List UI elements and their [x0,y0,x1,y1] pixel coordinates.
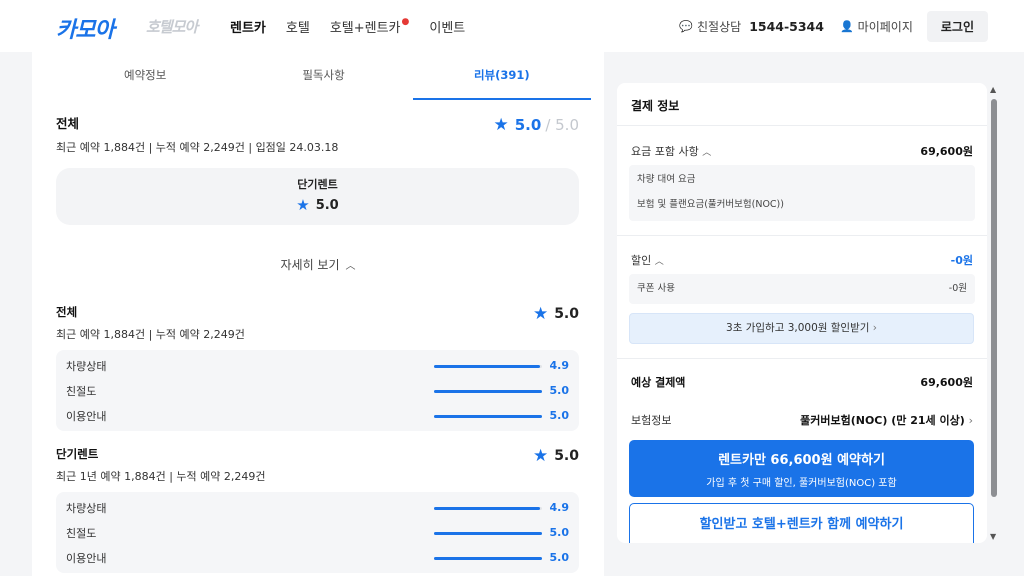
star-icon: ★ [532,446,549,466]
fee-row[interactable]: 요금 포함 사항 ︿ 69,600원 [631,143,973,159]
fee-detail-box: 차량 대여 요금 보험 및 플랜요금(풀커버보험(NOC)) [629,165,975,221]
summary-stats: 최근 예약 1,884건 | 누적 예약 2,249건 | 입점일 24.03.… [56,141,339,154]
signup-promo-button[interactable]: 3초 가입하고 3,000원 할인받기 › [629,313,974,344]
consult-label: 친절상담 [697,19,742,34]
rating-bar [434,532,542,535]
tab-notice[interactable]: 필독사항 [234,60,412,100]
rating-block-short-rent: 단기렌트 최근 1년 예약 1,884건 | 누적 예약 2,249건 ★ 5.0… [56,446,579,573]
rating-block-all: 전체 최근 예약 1,884건 | 누적 예약 2,249건 ★ 5.0 차량상태… [56,304,579,431]
short-rent-score: ★ 5.0 [296,196,339,214]
block-score: ★ 5.0 [532,446,579,466]
payment-title: 결제 정보 [631,99,680,113]
rating-bar [434,557,542,560]
coupon-label: 쿠폰 사용 [637,283,675,294]
discount-amount: -0원 [950,254,973,267]
fee-item: 보험 및 플랜요금(풀커버보험(NOC)) [637,199,784,210]
nav-hotel[interactable]: 호텔 [286,17,310,36]
rating-row: 이용안내 5.0 [66,409,569,423]
chat-icon: 💬 [679,19,694,33]
divider [617,358,987,359]
expected-row: 예상 결제액 69,600원 [631,374,973,390]
chevron-up-icon: ︿ [654,257,664,267]
scroll-down-icon[interactable]: ▼ [990,532,996,541]
block-stats: 최근 예약 1,884건 | 누적 예약 2,249건 [56,328,245,341]
discount-label: 할인 ︿ [631,254,664,267]
tab-review[interactable]: 리뷰(391) [412,60,591,100]
login-button[interactable]: 로그인 [926,10,988,42]
kamoa-logo[interactable]: 카모아 [56,12,115,44]
chevron-right-icon: › [872,322,877,334]
rating-bar [434,365,542,368]
review-panel: 예약정보 필독사항 리뷰(391) 전체 최근 예약 1,884건 | 누적 예… [32,52,604,576]
block-stats: 최근 1년 예약 1,884건 | 누적 예약 2,249건 [56,470,266,483]
star-icon: ★ [296,196,310,214]
nav-event[interactable]: 이벤트 [429,17,465,36]
payment-scrollbar[interactable]: ▲ ▼ [989,83,999,543]
nav-rentcar[interactable]: 렌트카 [230,17,266,36]
star-icon: ★ [532,304,549,324]
divider [617,125,987,126]
chevron-up-icon: ︿ [345,261,356,272]
expected-amount: 69,600원 [920,376,973,389]
summary-title: 전체 [56,116,80,131]
short-rent-label: 단기렌트 [297,178,338,191]
rating-row: 이용안내 5.0 [66,551,569,565]
divider [617,235,987,236]
discount-row[interactable]: 할인 ︿ -0원 [631,252,973,268]
expected-label: 예상 결제액 [631,376,686,389]
rating-row: 친절도 5.0 [66,526,569,540]
insurance-value: 풀커버보험(NOC) (만 21세 이상) › [800,414,973,427]
coupon-box[interactable]: 쿠폰 사용 -0원 [629,274,975,304]
insurance-label: 보험정보 [631,414,672,427]
main-nav: 렌트카 호텔 호텔+렌트카● 이벤트 [230,0,465,52]
insurance-row[interactable]: 보험정보 풀커버보험(NOC) (만 21세 이상) › [631,412,973,428]
detail-tabs: 예약정보 필독사항 리뷰(391) [56,60,591,100]
scroll-up-icon[interactable]: ▲ [990,85,996,94]
block-score: ★ 5.0 [532,304,579,324]
coupon-amount: -0원 [948,283,967,294]
star-icon: ★ [493,115,509,135]
rating-bar [434,390,542,393]
rating-bar [434,507,542,510]
rating-bar [434,415,542,418]
fee-label: 요금 포함 사항 ︿ [631,145,712,158]
header-right: 💬 친절상담 1544-5344 👤 마이페이지 로그인 [679,0,988,52]
mypage-link[interactable]: 👤 마이페이지 [840,18,913,35]
block-title: 단기렌트 [56,447,99,461]
short-rent-summary: 단기렌트 ★ 5.0 [56,168,579,225]
book-hotel-rentcar-button[interactable]: 할인받고 호텔+렌트카 함께 예약하기 [629,503,974,543]
chevron-up-icon: ︿ [702,148,712,158]
hotelmoa-logo[interactable]: 호텔모아 [146,16,198,37]
summary-rating: ★ 5.0 / 5.0 [493,115,579,135]
phone-number[interactable]: 1544-5344 [749,19,824,34]
fee-amount: 69,600원 [920,145,973,158]
payment-panel: 결제 정보 요금 포함 사항 ︿ 69,600원 차량 대여 요금 보험 및 플… [617,83,987,543]
tab-reservation-info[interactable]: 예약정보 [56,60,234,100]
fee-item: 차량 대여 요금 [637,174,696,185]
rating-row: 친절도 5.0 [66,384,569,398]
see-more-toggle[interactable]: 자세히 보기 ︿ [32,256,604,273]
user-icon: 👤 [839,19,854,33]
rating-row: 차량상태 4.9 [66,359,569,373]
block-title: 전체 [56,305,78,319]
new-dot-icon: ● [401,16,410,27]
book-rentcar-button[interactable]: 렌트카만 66,600원 예약하기 가입 후 첫 구매 할인, 풀커버보험(NO… [629,440,974,497]
rating-row: 차량상태 4.9 [66,501,569,515]
chevron-right-icon: › [968,414,973,427]
scroll-thumb[interactable] [991,99,997,497]
top-header: 카모아 호텔모아 렌트카 호텔 호텔+렌트카● 이벤트 💬 친절상담 1544-… [0,0,1024,52]
rating-list: 차량상태 4.9 친절도 5.0 이용안내 5.0 [56,492,579,573]
rating-list: 차량상태 4.9 친절도 5.0 이용안내 5.0 [56,350,579,431]
nav-hotel-rentcar[interactable]: 호텔+렌트카● [330,17,410,36]
